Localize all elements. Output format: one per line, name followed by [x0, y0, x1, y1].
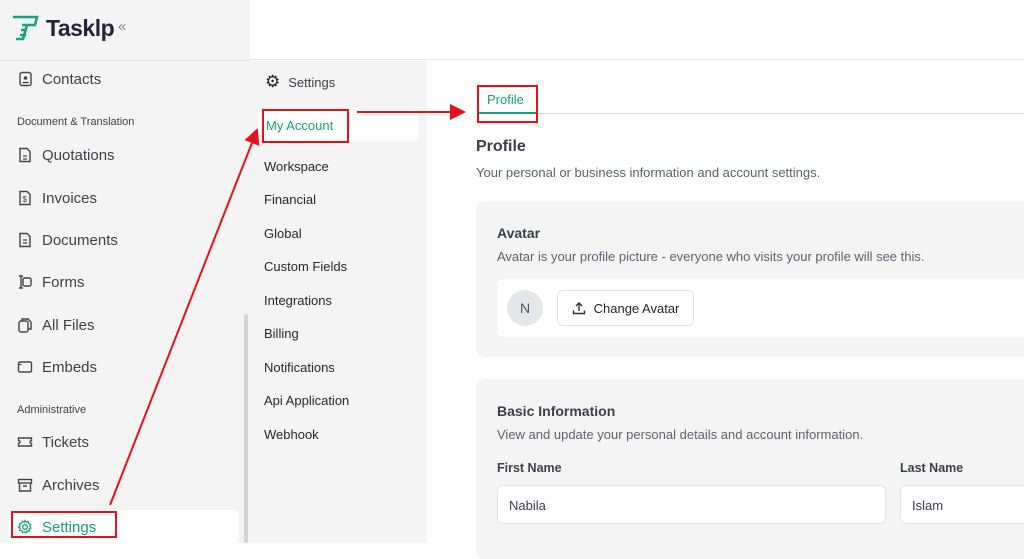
arrow-settings-to-account	[109, 128, 260, 506]
annotation-arrows	[109, 104, 466, 506]
